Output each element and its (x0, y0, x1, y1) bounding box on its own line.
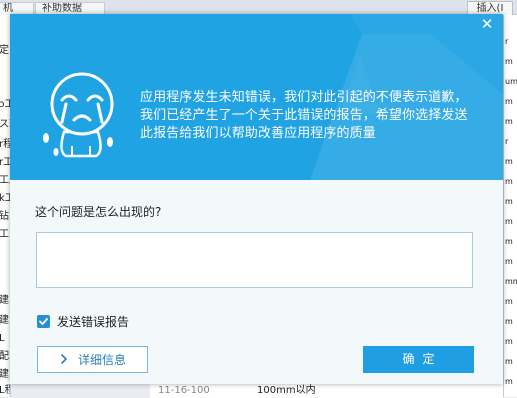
details-button[interactable]: 详细信息 (37, 346, 148, 373)
background-cell: m (505, 377, 513, 386)
dialog-header: ✕ 应用程序发生未知错误，我们对此引起的不便表示道歉，我们已经产生了一个关于此错… (10, 14, 503, 180)
background-cell: mm (505, 277, 517, 286)
background-cell: r (505, 137, 509, 146)
background-cell: m (505, 337, 513, 346)
error-report-dialog: ✕ 应用程序发生未知错误，我们对此引起的不便表示道歉，我们已经产生了一个关于此错… (10, 14, 503, 384)
background-cell: L程 (0, 385, 10, 397)
background-cell: 建 (0, 295, 9, 306)
background-table-row: 11-16-100 100mm以内 (150, 383, 503, 398)
details-button-label: 详细信息 (78, 353, 127, 367)
close-button[interactable]: ✕ (475, 14, 499, 36)
send-report-checkbox[interactable] (37, 315, 50, 328)
ok-button-label: 确定 (402, 352, 443, 366)
background-cell: um (505, 77, 517, 86)
background-cell: m (505, 217, 513, 226)
dialog-body: 这个问题是怎么出现的? 发送错误报告 详细信息 确定 (10, 180, 503, 384)
background-cell: 工 (0, 229, 9, 240)
background-cell: m (505, 297, 513, 306)
problem-description-input[interactable] (36, 232, 473, 288)
background-cell: m (505, 317, 513, 326)
ok-button[interactable]: 确定 (363, 346, 474, 373)
background-cell: 定 (0, 45, 9, 56)
background-cell: m (505, 197, 513, 206)
background-right-column: r m um m m r m m m m m m mm m m m m m (503, 15, 517, 397)
background-tab-bar: 机 补助数据 插入(I (0, 0, 517, 17)
background-cell: m (505, 177, 513, 186)
background-cell-desc: 100mm以内 (257, 385, 316, 396)
crying-mascot-icon (43, 72, 114, 158)
background-cell: m (505, 257, 513, 266)
background-cell: m (505, 357, 513, 366)
send-report-label[interactable]: 发送错误报告 (57, 315, 129, 329)
background-cell: 配 (0, 351, 9, 362)
background-cell: m (505, 157, 513, 166)
error-message: 应用程序发生未知错误，我们对此引起的不便表示道歉，我们已经产生了一个关于此错误的… (140, 90, 468, 141)
question-label: 这个问题是怎么出现的? (35, 205, 162, 219)
background-cell: m (505, 237, 513, 246)
background-cell: 钻 (0, 211, 9, 222)
checkmark-icon (39, 318, 48, 325)
background-cell: r (505, 37, 509, 46)
chevron-right-icon (61, 354, 67, 364)
background-cell-code: 11-16-100 (158, 385, 210, 396)
background-cell: m (505, 97, 513, 106)
background-cell: L (0, 333, 5, 345)
background-cell: 建 (0, 369, 9, 380)
background-cell: m (505, 57, 513, 66)
background-cell: m (505, 117, 513, 126)
background-cell: 建 (0, 315, 9, 326)
